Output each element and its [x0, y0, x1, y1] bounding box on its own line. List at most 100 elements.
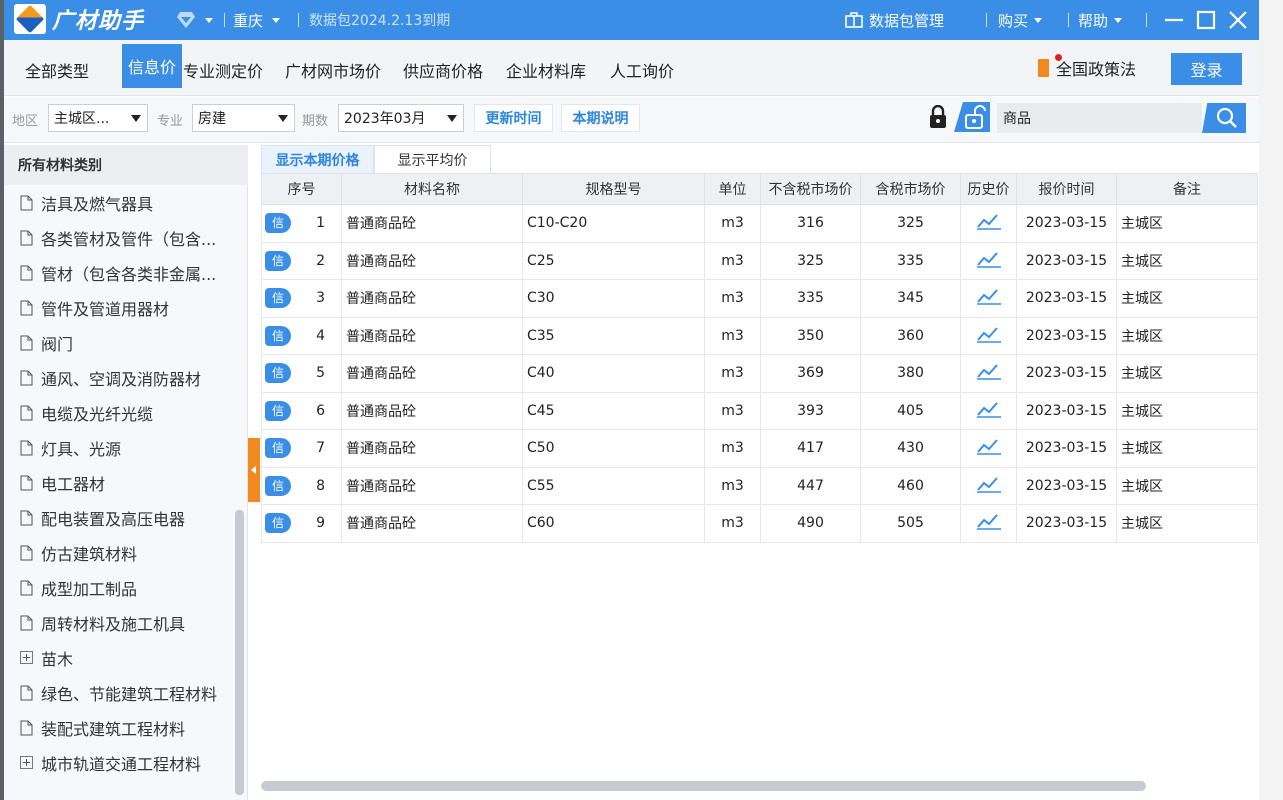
sidebar-title: 所有材料类别: [4, 145, 248, 185]
col-header-note[interactable]: 备注: [1116, 173, 1258, 205]
period-note-button[interactable]: 本期说明: [561, 104, 640, 132]
col-header-history[interactable]: 历史价: [960, 173, 1017, 205]
sidebar-item[interactable]: 仿古建筑材料: [4, 535, 234, 570]
expand-icon[interactable]: [18, 755, 34, 771]
table-row[interactable]: 信 9 普通商品砼 C60 m3 490 505 2023-03-15 主城区: [261, 504, 1258, 543]
history-chart-icon[interactable]: [976, 477, 1002, 497]
sidebar-item[interactable]: 绿色、节能建筑工程材料: [4, 675, 234, 710]
sidebar-collapse-button[interactable]: [248, 438, 260, 502]
sidebar-item[interactable]: 电工器材: [4, 465, 234, 500]
sidebar-item[interactable]: 各类管材及管件（包含...: [4, 220, 234, 255]
table-row[interactable]: 信 4 普通商品砼 C35 m3 350 360 2023-03-15 主城区: [261, 316, 1258, 355]
table-row[interactable]: 信 1 普通商品砼 C10-C20 m3 316 325 2023-03-15 主城区: [261, 204, 1258, 243]
tab-supplier-price[interactable]: 供应商价格: [397, 52, 489, 88]
sidebar-item-label: 绿色、节能建筑工程材料: [41, 684, 218, 704]
region-select[interactable]: 主城区...: [48, 104, 148, 132]
sidebar-item[interactable]: 洁具及燃气器具: [4, 185, 234, 220]
col-header-name[interactable]: 材料名称: [341, 173, 523, 205]
col-header-pre-tax[interactable]: 不含税市场价: [760, 173, 861, 205]
policy-link[interactable]: 全国政策法: [1038, 54, 1137, 80]
col-header-spec[interactable]: 规格型号: [522, 173, 705, 205]
lock-button[interactable]: [924, 102, 952, 132]
category-tabs: 全部类型 信息价 专业测定价 广材网市场价 供应商价格 企业材料库 人工询价 全…: [4, 40, 1259, 96]
search-input[interactable]: [997, 103, 1202, 133]
sidebar-item-label: 电工器材: [41, 474, 106, 494]
col-header-no[interactable]: 序号: [261, 173, 342, 205]
tab-current-price[interactable]: 显示本期价格: [261, 145, 374, 173]
history-chart-icon[interactable]: [976, 289, 1002, 309]
table-row[interactable]: 信 5 普通商品砼 C40 m3 369 380 2023-03-15 主城区: [261, 354, 1258, 393]
tab-average-price[interactable]: 显示平均价: [374, 145, 491, 173]
sidebar-item[interactable]: 装配式建筑工程材料: [4, 710, 234, 745]
col-header-with-tax[interactable]: 含税市场价: [860, 173, 961, 205]
col-header-unit[interactable]: 单位: [704, 173, 761, 205]
col-header-date[interactable]: 报价时间: [1016, 173, 1117, 205]
history-chart-icon[interactable]: [976, 327, 1002, 347]
sidebar-item[interactable]: 通风、空调及消防器材: [4, 360, 234, 395]
history-chart-icon[interactable]: [976, 252, 1002, 272]
sidebar-item[interactable]: 管件及管道用器材: [4, 290, 234, 325]
caret-down-icon: [1114, 18, 1123, 23]
sidebar-item-label: 周转材料及施工机具: [41, 614, 186, 634]
region-filter-label: 地区: [12, 114, 39, 129]
tab-market-price[interactable]: 广材网市场价: [279, 52, 387, 88]
sidebar-item[interactable]: 成型加工制品: [4, 570, 234, 605]
cell-note: 主城区: [1116, 504, 1258, 543]
major-select[interactable]: 房建: [192, 104, 295, 132]
minimize-button[interactable]: [1164, 0, 1184, 40]
history-chart-icon[interactable]: [976, 514, 1002, 534]
package-icon: [845, 12, 863, 28]
sidebar-item[interactable]: 苗木: [4, 640, 234, 675]
sidebar-item[interactable]: 阀门: [4, 325, 234, 360]
app-window: 广材助手 重庆 数据包2024.2.13到期 数据包管理 购买 帮助 全部类型 …: [4, 0, 1259, 800]
close-button[interactable]: [1228, 0, 1248, 40]
maximize-button[interactable]: [1196, 0, 1216, 40]
cell-history: [960, 316, 1017, 355]
sidebar-item[interactable]: 周转材料及施工机具: [4, 605, 234, 640]
history-chart-icon[interactable]: [976, 214, 1002, 234]
tab-labor-inquiry[interactable]: 人工询价: [604, 52, 680, 88]
sidebar-item-label: 通风、空调及消防器材: [41, 369, 202, 389]
caret-left-icon: [251, 466, 256, 474]
login-button[interactable]: 登录: [1171, 53, 1242, 85]
cell-unit: m3: [704, 354, 761, 393]
tab-enterprise-library[interactable]: 企业材料库: [500, 52, 592, 88]
table-row[interactable]: 信 2 普通商品砼 C25 m3 325 335 2023-03-15 主城区: [261, 241, 1258, 280]
expand-icon[interactable]: [18, 650, 34, 666]
tab-all-types[interactable]: 全部类型: [19, 52, 95, 88]
tab-professional-price[interactable]: 专业测定价: [177, 52, 269, 88]
lock-icon: [930, 105, 946, 128]
package-manage-button[interactable]: 数据包管理: [844, 0, 944, 40]
sidebar-item[interactable]: 管材（包含各类非金属...: [4, 255, 234, 290]
unlock-icon: [965, 105, 986, 129]
diamond-menu[interactable]: [176, 0, 216, 40]
info-price-badge: 信: [265, 288, 291, 309]
table-row[interactable]: 信 3 普通商品砼 C30 m3 335 345 2023-03-15 主城区: [261, 279, 1258, 318]
table-row[interactable]: 信 8 普通商品砼 C55 m3 447 460 2023-03-15 主城区: [261, 466, 1258, 505]
search-button[interactable]: [1202, 103, 1246, 133]
cell-no: 信4: [261, 316, 342, 355]
update-time-button[interactable]: 更新时间: [474, 104, 553, 132]
sidebar-item[interactable]: 城市轨道交通工程材料: [4, 745, 234, 780]
unlock-button[interactable]: [954, 102, 990, 132]
table-row[interactable]: 信 6 普通商品砼 C45 m3 393 405 2023-03-15 主城区: [261, 391, 1258, 430]
sidebar-scrollbar[interactable]: [235, 510, 244, 795]
sidebar-item[interactable]: 灯具、光源: [4, 430, 234, 465]
info-price-badge: 信: [265, 513, 291, 534]
cell-name: 普通商品砼: [341, 504, 523, 543]
history-chart-icon[interactable]: [976, 402, 1002, 422]
table-horizontal-scrollbar[interactable]: [261, 781, 1146, 791]
sidebar-item[interactable]: 电缆及光纤光缆: [4, 395, 234, 430]
tab-info-price[interactable]: 信息价: [122, 44, 183, 88]
cell-no: 信9: [261, 504, 342, 543]
cell-note: 主城区: [1116, 279, 1258, 318]
history-chart-icon[interactable]: [976, 364, 1002, 384]
period-select[interactable]: 2023年03月: [338, 104, 464, 132]
help-menu[interactable]: 帮助: [1078, 0, 1125, 40]
history-chart-icon[interactable]: [976, 439, 1002, 459]
region-dropdown[interactable]: 重庆: [233, 0, 283, 40]
cell-name: 普通商品砼: [341, 391, 523, 430]
buy-menu[interactable]: 购买: [998, 0, 1045, 40]
sidebar-item[interactable]: 配电装置及高压电器: [4, 500, 234, 535]
table-row[interactable]: 信 7 普通商品砼 C50 m3 417 430 2023-03-15 主城区: [261, 429, 1258, 468]
